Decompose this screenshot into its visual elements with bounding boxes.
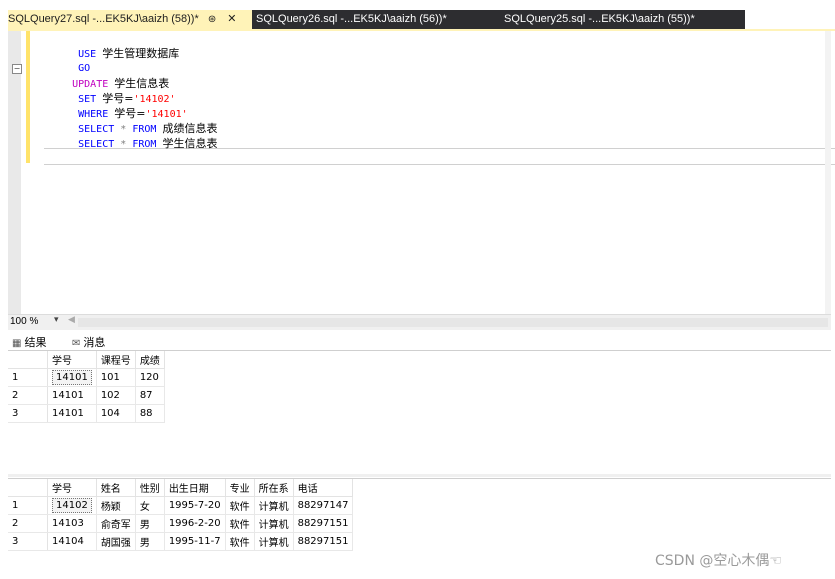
table-cell[interactable]: 1996-2-20 bbox=[164, 514, 226, 533]
tab-sqlquery25[interactable]: SQLQuery25.sql -...EK5KJ\aaizh (55))* bbox=[504, 10, 695, 29]
code-line: WHERE 学号='14101' bbox=[78, 107, 188, 120]
column-header[interactable]: 所在系 bbox=[254, 479, 294, 497]
row-number-header bbox=[8, 479, 48, 497]
column-header[interactable]: 成绩 bbox=[135, 351, 165, 369]
table-cell[interactable]: 14102 bbox=[47, 496, 97, 515]
table-row[interactable]: 3 14104 胡国强 男 1995-11-7 软件 计算机 88297151 bbox=[8, 532, 354, 551]
code-line: USE 学生管理数据库 bbox=[78, 47, 180, 60]
tab-label: SQLQuery26.sql -...EK5KJ\aaizh (56))* bbox=[256, 13, 447, 25]
table-row[interactable]: 1 14101 101 120 bbox=[8, 368, 165, 387]
column-header[interactable]: 电话 bbox=[293, 479, 354, 497]
code-lines[interactable]: USE 学生管理数据库 GO − UPDATE 学生信息表 SET 学号='141… bbox=[12, 31, 218, 150]
row-number: 2 bbox=[8, 386, 48, 405]
change-marker bbox=[26, 132, 30, 163]
tab-messages[interactable]: ✉ 消息 bbox=[72, 334, 105, 350]
tab-label: SQLQuery25.sql -...EK5KJ\aaizh (55))* bbox=[504, 13, 695, 25]
column-header[interactable]: 学号 bbox=[47, 479, 97, 497]
row-number: 3 bbox=[8, 404, 48, 423]
column-header[interactable]: 学号 bbox=[47, 351, 97, 369]
table-row[interactable]: 1 14102 杨颖 女 1995-7-20 软件 计算机 88297147 bbox=[8, 496, 354, 515]
code-line: SET 学号='14102' bbox=[78, 92, 176, 105]
table-cell[interactable]: 杨颖 bbox=[96, 496, 136, 515]
table-cell[interactable]: 14101 bbox=[47, 404, 97, 423]
pin-icon[interactable]: ⊛ bbox=[208, 10, 216, 29]
result-tabs: ▦ 结果 ✉ 消息 bbox=[8, 331, 831, 350]
vertical-scrollbar[interactable] bbox=[825, 31, 831, 314]
table-cell[interactable]: 计算机 bbox=[254, 532, 294, 551]
table-cell[interactable]: 计算机 bbox=[254, 496, 294, 515]
grid-icon: ▦ bbox=[12, 338, 22, 349]
tab-results[interactable]: ▦ 结果 bbox=[12, 334, 46, 350]
sql-editor[interactable]: USE 学生管理数据库 GO − UPDATE 学生信息表 SET 学号='141… bbox=[8, 31, 835, 314]
table-cell[interactable]: 102 bbox=[96, 386, 136, 405]
results-grid-1[interactable]: 学号 课程号 成绩 1 14101 101 120 2 14101 102 87… bbox=[8, 350, 831, 475]
grid-header-row: 学号 课程号 成绩 bbox=[8, 351, 165, 369]
table-cell[interactable]: 87 bbox=[135, 386, 165, 405]
table-cell[interactable]: 软件 bbox=[225, 514, 255, 533]
table-cell[interactable]: 1995-7-20 bbox=[164, 496, 226, 515]
collapse-icon[interactable]: − bbox=[12, 64, 22, 74]
table-row[interactable]: 2 14101 102 87 bbox=[8, 386, 165, 405]
change-marker bbox=[26, 31, 30, 62]
code-line: − UPDATE 学生信息表 bbox=[12, 64, 170, 90]
table-cell[interactable]: 软件 bbox=[225, 496, 255, 515]
table-cell[interactable]: 男 bbox=[135, 514, 165, 533]
grid-header-row: 学号 姓名 性别 出生日期 专业 所在系 电话 bbox=[8, 479, 354, 497]
table-cell[interactable]: 14103 bbox=[47, 514, 97, 533]
column-header[interactable]: 课程号 bbox=[96, 351, 136, 369]
document-tab-bar: SQLQuery27.sql -...EK5KJ\aaizh (58))* ⊛ … bbox=[0, 0, 835, 31]
table-row[interactable]: 2 14103 俞奇军 男 1996-2-20 软件 计算机 88297151 bbox=[8, 514, 354, 533]
table-cell[interactable]: 14104 bbox=[47, 532, 97, 551]
code-line: SELECT * FROM 学生信息表 bbox=[78, 137, 218, 150]
column-header[interactable]: 性别 bbox=[135, 479, 165, 497]
table-cell[interactable]: 胡国强 bbox=[96, 532, 136, 551]
table-cell[interactable]: 88297151 bbox=[293, 514, 354, 533]
message-icon: ✉ bbox=[72, 338, 81, 349]
column-header[interactable]: 出生日期 bbox=[164, 479, 226, 497]
horizontal-scrollbar[interactable] bbox=[78, 318, 828, 327]
tab-sqlquery26[interactable]: SQLQuery26.sql -...EK5KJ\aaizh (56))* bbox=[256, 10, 447, 29]
scroll-left-icon[interactable]: ◀ bbox=[68, 315, 75, 325]
table-cell[interactable]: 88297151 bbox=[293, 532, 354, 551]
column-header[interactable]: 姓名 bbox=[96, 479, 136, 497]
chevron-down-icon[interactable]: ▾ bbox=[54, 315, 59, 325]
table-cell[interactable]: 男 bbox=[135, 532, 165, 551]
grid-separator bbox=[8, 474, 831, 477]
row-number: 2 bbox=[8, 514, 48, 533]
zoom-level[interactable]: 100 % bbox=[10, 316, 38, 327]
close-icon[interactable]: ✕ bbox=[227, 10, 236, 29]
tab-sqlquery27[interactable]: SQLQuery27.sql -...EK5KJ\aaizh (58))* ⊛ … bbox=[8, 10, 252, 29]
table-cell[interactable]: 1995-11-7 bbox=[164, 532, 226, 551]
column-header[interactable]: 专业 bbox=[225, 479, 255, 497]
table-cell[interactable]: 软件 bbox=[225, 532, 255, 551]
table-cell[interactable]: 88 bbox=[135, 404, 165, 423]
change-marker bbox=[26, 62, 30, 132]
row-number: 3 bbox=[8, 532, 48, 551]
table-cell[interactable]: 女 bbox=[135, 496, 165, 515]
watermark: CSDN @空心木偶☜ bbox=[655, 553, 782, 569]
table-cell[interactable]: 120 bbox=[135, 368, 165, 387]
tab-label: SQLQuery27.sql -...EK5KJ\aaizh (58))* bbox=[8, 13, 199, 25]
table-cell[interactable]: 88297147 bbox=[293, 496, 354, 515]
table-cell[interactable]: 104 bbox=[96, 404, 136, 423]
table-cell[interactable]: 计算机 bbox=[254, 514, 294, 533]
table-cell[interactable]: 14101 bbox=[47, 386, 97, 405]
table-cell[interactable]: 俞奇军 bbox=[96, 514, 136, 533]
table-cell[interactable]: 14101 bbox=[47, 368, 97, 387]
row-number: 1 bbox=[8, 368, 48, 387]
code-line: GO bbox=[78, 63, 91, 74]
code-line: SELECT * FROM 成绩信息表 bbox=[78, 122, 218, 135]
table-cell[interactable]: 101 bbox=[96, 368, 136, 387]
table-row[interactable]: 3 14101 104 88 bbox=[8, 404, 165, 423]
zoom-bar: 100 % ▾ ◀ bbox=[8, 314, 831, 330]
row-number: 1 bbox=[8, 496, 48, 515]
row-number-header bbox=[8, 351, 48, 369]
